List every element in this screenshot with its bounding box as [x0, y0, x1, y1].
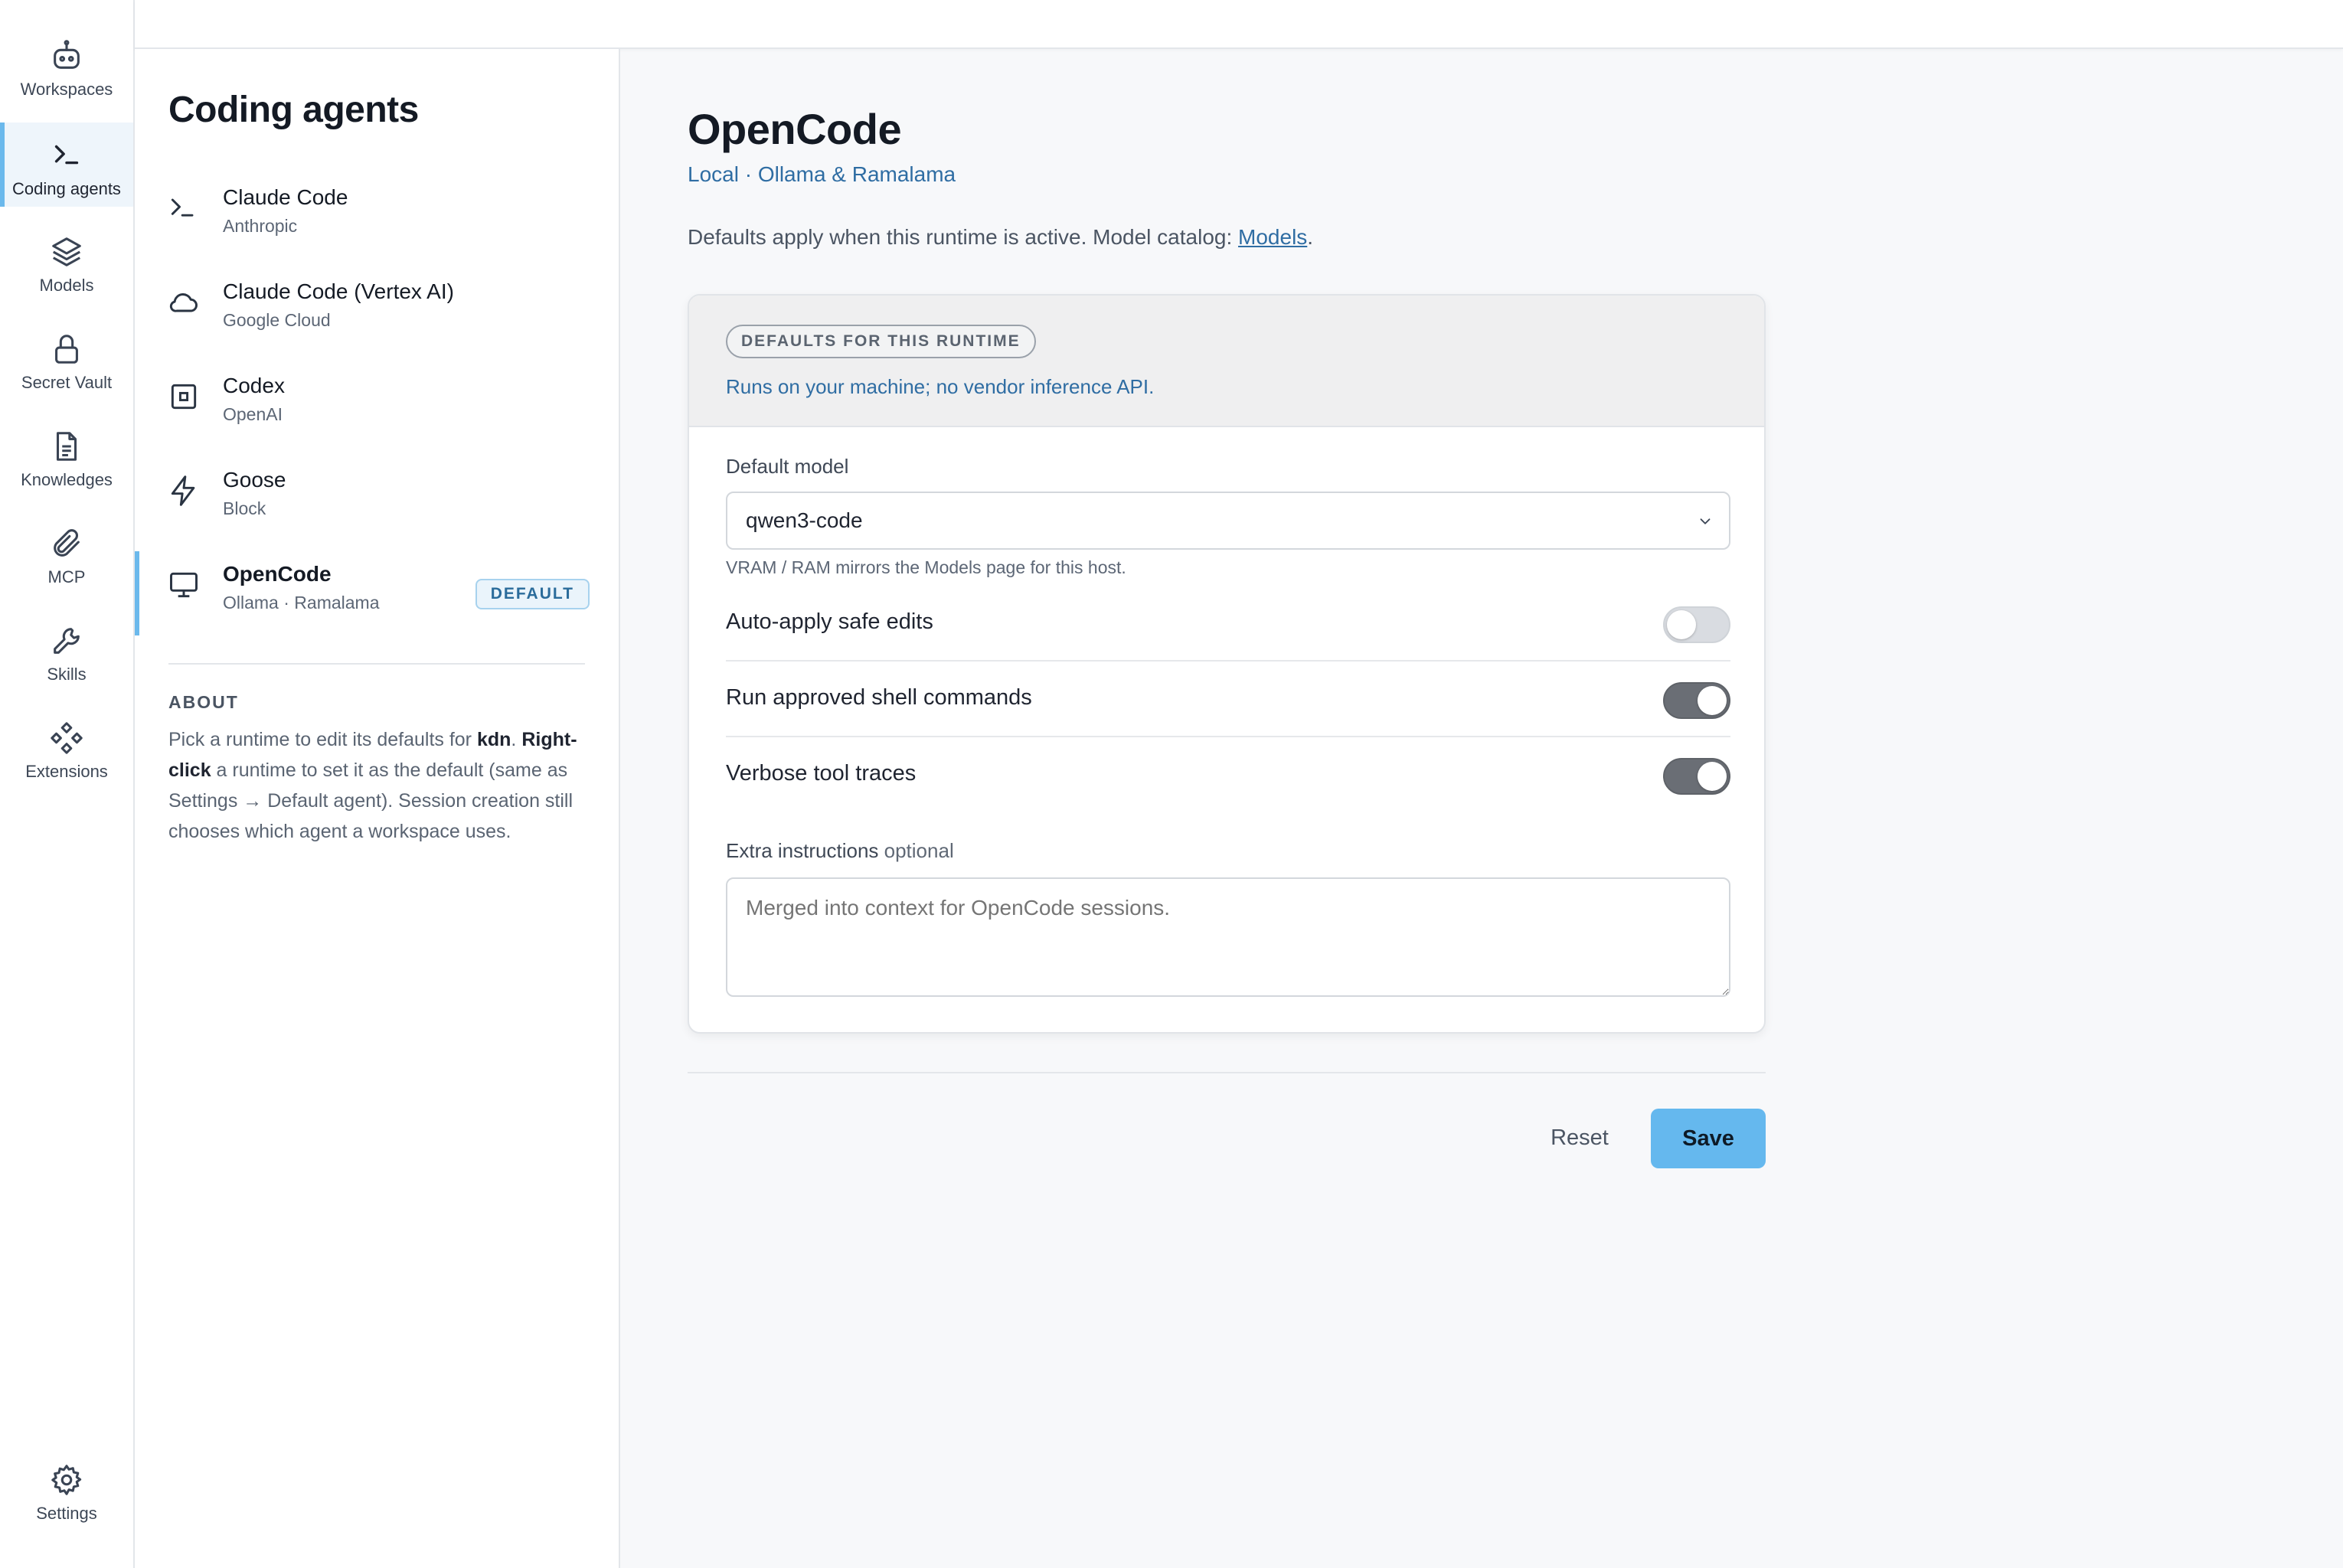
top-bar: [135, 0, 2343, 49]
toggle-knob: [1698, 762, 1727, 791]
default-badge: DEFAULT: [475, 579, 590, 609]
nav-item-knowledges[interactable]: Knowledges: [0, 413, 133, 498]
terminal-icon: [171, 198, 194, 217]
layers-icon: [52, 237, 81, 266]
chip-icon: [171, 384, 197, 410]
defaults-card: DEFAULTS FOR THIS RUNTIME Runs on your m…: [688, 294, 1766, 1034]
agent-item-goose[interactable]: Goose Block: [135, 457, 619, 541]
footer-divider: [688, 1072, 1766, 1073]
agent-name: OpenCode: [223, 562, 332, 586]
page-description: Defaults apply when this runtime is acti…: [688, 225, 1313, 250]
extra-instructions-input[interactable]: [726, 877, 1730, 997]
agent-provider: OpenAI: [223, 404, 283, 424]
defaults-pill: DEFAULTS FOR THIS RUNTIME: [726, 325, 1036, 358]
agent-item-codex[interactable]: Codex OpenAI: [135, 363, 619, 447]
nav-item-coding-agents[interactable]: Coding agents: [0, 122, 133, 207]
agent-item-opencode[interactable]: OpenCode Ollama · Ramalama DEFAULT: [135, 551, 619, 635]
default-model-select[interactable]: qwen3-code: [726, 492, 1730, 550]
about-heading: ABOUT: [168, 692, 239, 712]
about-text-part: .: [511, 729, 522, 750]
toggle-row-verbose-traces: Verbose tool traces: [726, 738, 1730, 813]
nav-label: Skills: [47, 665, 87, 684]
toggle-knob: [1698, 686, 1727, 715]
monitor-icon: [170, 572, 198, 598]
about-text-part: Pick a runtime to edit its defaults for: [168, 729, 477, 750]
page-title: OpenCode: [688, 105, 902, 153]
agent-name: Codex: [223, 374, 285, 397]
about-text-part: a runtime to set it as the default (same…: [168, 760, 573, 842]
nav-item-extensions[interactable]: Extensions: [0, 705, 133, 789]
robot-icon: [54, 40, 80, 69]
nav-label: Workspaces: [20, 80, 113, 99]
agent-provider: Google Cloud: [223, 310, 331, 330]
extensions-icon: [51, 722, 83, 754]
agent-name: Claude Code: [223, 185, 348, 209]
about-bold-workspace: kdn: [476, 729, 511, 750]
list-title: Coding agents: [168, 90, 419, 130]
toggle-row-shell-commands: Run approved shell commands: [726, 662, 1730, 737]
paperclip-icon: [54, 529, 80, 557]
document-icon: [56, 432, 77, 461]
default-model-value: qwen3-code: [746, 508, 863, 532]
main-content: OpenCode Local · Ollama & Ramalama Defau…: [622, 49, 2343, 1568]
description-text: Defaults apply when this runtime is acti…: [688, 225, 1239, 249]
auto-apply-toggle[interactable]: [1663, 606, 1730, 643]
toggle-row-auto-apply: Auto-apply safe edits: [726, 586, 1730, 662]
wrench-icon: [54, 628, 80, 654]
nav-label: Secret Vault: [21, 373, 113, 392]
list-divider: [168, 663, 585, 665]
nav-item-workspaces[interactable]: Workspaces: [0, 23, 133, 107]
nav-rail: Workspaces Coding agents Models Secret V…: [0, 0, 135, 1568]
nav-label: Settings: [36, 1504, 97, 1523]
nav-label: Models: [39, 276, 94, 295]
save-button[interactable]: Save: [1651, 1109, 1766, 1168]
agent-item-claude-code[interactable]: Claude Code Anthropic: [135, 175, 619, 259]
page-subtitle: Local · Ollama & Ramalama: [688, 162, 956, 186]
agent-provider: Block: [223, 498, 266, 518]
nav-item-models[interactable]: Models: [0, 219, 133, 303]
about-text: Pick a runtime to edit its defaults for …: [168, 724, 597, 847]
shell-commands-toggle[interactable]: [1663, 682, 1730, 719]
terminal-icon: [54, 145, 79, 165]
toggle-label: Auto-apply safe edits: [726, 609, 933, 634]
nav-item-settings[interactable]: Settings: [0, 1447, 133, 1531]
chevron-down-icon: [1700, 518, 1711, 524]
agents-list-panel: Coding agents Claude Code Anthropic Clau…: [135, 49, 620, 1568]
nav-item-secret-vault[interactable]: Secret Vault: [0, 316, 133, 400]
extra-instructions-label: Extra instructions optional: [726, 839, 954, 863]
card-header: DEFAULTS FOR THIS RUNTIME Runs on your m…: [689, 296, 1764, 427]
nav-label: MCP: [47, 567, 86, 586]
model-hint: VRAM / RAM mirrors the Models page for t…: [726, 557, 1126, 577]
extra-label-text: Extra instructions: [726, 839, 879, 862]
description-suffix: .: [1307, 225, 1314, 249]
nav-item-mcp[interactable]: MCP: [0, 511, 133, 595]
models-link[interactable]: Models: [1238, 225, 1307, 249]
agent-provider: Anthropic: [223, 216, 298, 236]
toggle-knob: [1667, 610, 1696, 639]
toggle-label: Run approved shell commands: [726, 685, 1032, 710]
nav-label: Coding agents: [12, 179, 121, 198]
default-model-label: Default model: [726, 455, 849, 478]
verbose-traces-toggle[interactable]: [1663, 758, 1730, 795]
nav-item-skills[interactable]: Skills: [0, 608, 133, 692]
gear-icon: [51, 1465, 82, 1495]
agent-name: Goose: [223, 468, 286, 492]
cloud-icon: [169, 293, 198, 312]
optional-tag: optional: [884, 839, 954, 862]
agent-item-claude-code-vertex[interactable]: Claude Code (Vertex AI) Google Cloud: [135, 269, 619, 353]
lightning-icon: [171, 475, 195, 506]
reset-button[interactable]: Reset: [1537, 1109, 1622, 1167]
agent-name: Claude Code (Vertex AI): [223, 279, 454, 303]
nav-label: Extensions: [25, 762, 108, 781]
agent-provider: Ollama · Ramalama: [223, 593, 380, 612]
lock-icon: [55, 335, 78, 364]
toggle-label: Verbose tool traces: [726, 761, 917, 786]
nav-label: Knowledges: [21, 470, 113, 489]
runtime-note: Runs on your machine; no vendor inferenc…: [726, 375, 1155, 398]
